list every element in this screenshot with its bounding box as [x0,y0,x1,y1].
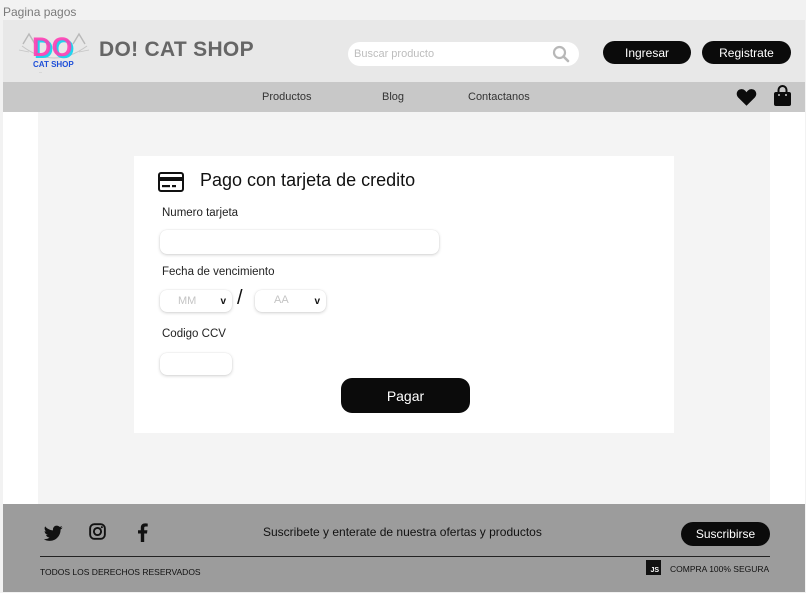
nav-item-productos[interactable]: Productos [262,91,312,103]
logo[interactable]: DO DO CAT SHOP ... [17,30,91,76]
frame-label: Pagina pagos [3,5,77,19]
main-content: Pago con tarjeta de credito Numero tarje… [38,112,770,504]
login-button[interactable]: Ingresar [603,41,691,64]
facebook-icon[interactable] [137,523,148,542]
year-placeholder: AA [274,294,289,306]
rights-text: TODOS LOS DERECHOS RESERVADOS [40,567,201,577]
svg-text:...: ... [39,70,42,74]
subscribe-button[interactable]: Suscribirse [681,522,770,546]
brand-name: DO! CAT SHOP [99,38,254,61]
search-icon[interactable] [552,45,570,63]
main-nav: Productos Blog Contactanos [3,82,805,112]
payment-page: DO DO CAT SHOP ... DO! CAT SHOP Ingresar… [3,20,805,592]
expiry-label: Fecha de vencimiento [162,266,275,278]
ccv-label: Codigo CCV [162,328,226,340]
credit-card-icon [158,172,184,192]
subscribe-text: Suscribete y enterate de nuestra ofertas… [263,525,542,539]
twitter-icon[interactable] [44,525,63,542]
search-bar [348,42,579,66]
heart-icon[interactable] [736,87,757,107]
svg-text:DO: DO [32,32,73,62]
chevron-down-icon: v [220,296,226,307]
register-button[interactable]: Registrate [702,41,791,64]
instagram-icon[interactable] [89,523,106,540]
nav-item-contactanos[interactable]: Contactanos [468,91,530,103]
cat-logo-icon: DO DO CAT SHOP ... [18,32,90,74]
payment-title: Pago con tarjeta de credito [200,170,416,190]
footer-divider [40,556,770,557]
header: DO DO CAT SHOP ... DO! CAT SHOP Ingresar… [3,20,805,82]
month-placeholder: MM [178,295,197,307]
month-select[interactable]: MM v [160,290,232,312]
shopping-bag-icon[interactable] [773,85,792,107]
search-input[interactable] [354,42,544,66]
js-badge-icon: JS [646,560,661,575]
payment-card: Pago con tarjeta de credito Numero tarje… [134,156,674,433]
pay-button[interactable]: Pagar [341,378,470,413]
svg-text:CAT SHOP: CAT SHOP [33,60,74,69]
year-select[interactable]: AA v [255,290,326,312]
footer: Suscribete y enterate de nuestra ofertas… [3,504,805,592]
card-number-label: Numero tarjeta [162,207,239,219]
card-number-input[interactable] [160,230,439,254]
date-separator: / [237,287,243,309]
chevron-down-icon: v [314,296,320,307]
secure-purchase-text: COMPRA 100% SEGURA [670,564,770,574]
nav-item-blog[interactable]: Blog [382,91,404,103]
ccv-input[interactable] [160,353,232,375]
